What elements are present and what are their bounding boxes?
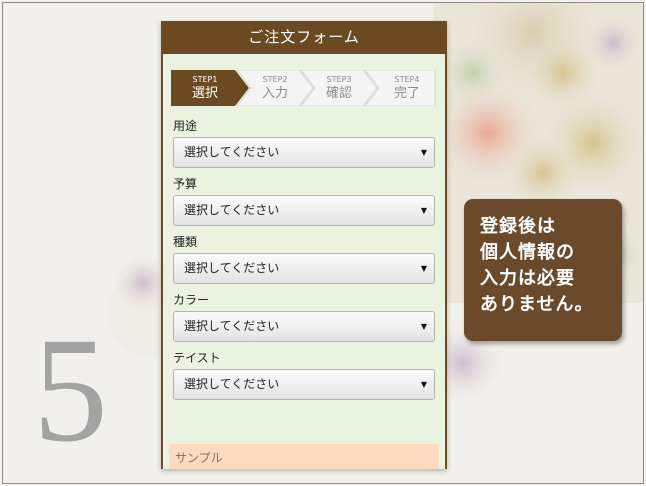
step-1: STEP1 選択 bbox=[171, 70, 239, 106]
slide-frame: 5 ご注文フォーム STEP1 選択 STEP2 入力 STEP3 確認 STE… bbox=[2, 2, 644, 484]
budget-label: 予算 bbox=[173, 177, 198, 191]
budget-select[interactable]: 選択してください ▼ bbox=[173, 195, 435, 226]
color-select[interactable]: 選択してください ▼ bbox=[173, 311, 435, 342]
taste-select[interactable]: 選択してください ▼ bbox=[173, 369, 435, 400]
step-indicator: STEP1 選択 STEP2 入力 STEP3 確認 STEP4 完了 bbox=[171, 70, 439, 106]
step-1-label: 選択 bbox=[191, 86, 218, 101]
purpose-select[interactable]: 選択してください ▼ bbox=[173, 137, 435, 168]
caret-down-icon: ▼ bbox=[420, 148, 427, 157]
callout-line-4: ありません。 bbox=[480, 294, 594, 315]
purpose-select-value: 選択してください bbox=[184, 145, 280, 159]
callout-line-1: 登録後は bbox=[480, 216, 556, 237]
step-3-number: STEP3 bbox=[326, 75, 352, 84]
type-select-value: 選択してください bbox=[184, 261, 280, 275]
callout-line-2: 個人情報の bbox=[480, 242, 575, 263]
callout-line-3: 入力は必要 bbox=[480, 268, 575, 289]
type-select[interactable]: 選択してください ▼ bbox=[173, 253, 435, 284]
slide-number: 5 bbox=[33, 307, 108, 473]
sample-section: サンプル bbox=[169, 444, 439, 469]
caret-down-icon: ▼ bbox=[420, 264, 427, 273]
caret-down-icon: ▼ bbox=[420, 380, 427, 389]
step-4-label: 完了 bbox=[393, 86, 420, 101]
taste-label: テイスト bbox=[173, 351, 221, 365]
order-form-panel: ご注文フォーム STEP1 選択 STEP2 入力 STEP3 確認 STEP4… bbox=[161, 21, 447, 469]
info-callout: 登録後は 個人情報の 入力は必要 ありません。 bbox=[464, 199, 622, 341]
caret-down-icon: ▼ bbox=[420, 206, 427, 215]
caret-down-icon: ▼ bbox=[420, 322, 427, 331]
type-label: 種類 bbox=[173, 235, 198, 249]
color-label: カラー bbox=[173, 293, 210, 307]
step-4: STEP4 完了 bbox=[377, 70, 437, 106]
step-4-number: STEP4 bbox=[394, 75, 420, 84]
step-2-label: 入力 bbox=[261, 86, 288, 101]
taste-select-value: 選択してください bbox=[184, 377, 280, 391]
form-header: ご注文フォーム bbox=[163, 21, 445, 54]
purpose-label: 用途 bbox=[173, 119, 198, 133]
step-3-label: 確認 bbox=[325, 86, 352, 101]
step-2: STEP2 入力 bbox=[247, 70, 303, 106]
selection-form: 用途 選択してください ▼ 予算 選択してください ▼ 種類 選択してください … bbox=[163, 106, 445, 400]
step-3: STEP3 確認 bbox=[311, 70, 367, 106]
step-1-number: STEP1 bbox=[192, 75, 218, 84]
step-2-number: STEP2 bbox=[262, 75, 288, 84]
budget-select-value: 選択してください bbox=[184, 203, 280, 217]
color-select-value: 選択してください bbox=[184, 319, 280, 333]
